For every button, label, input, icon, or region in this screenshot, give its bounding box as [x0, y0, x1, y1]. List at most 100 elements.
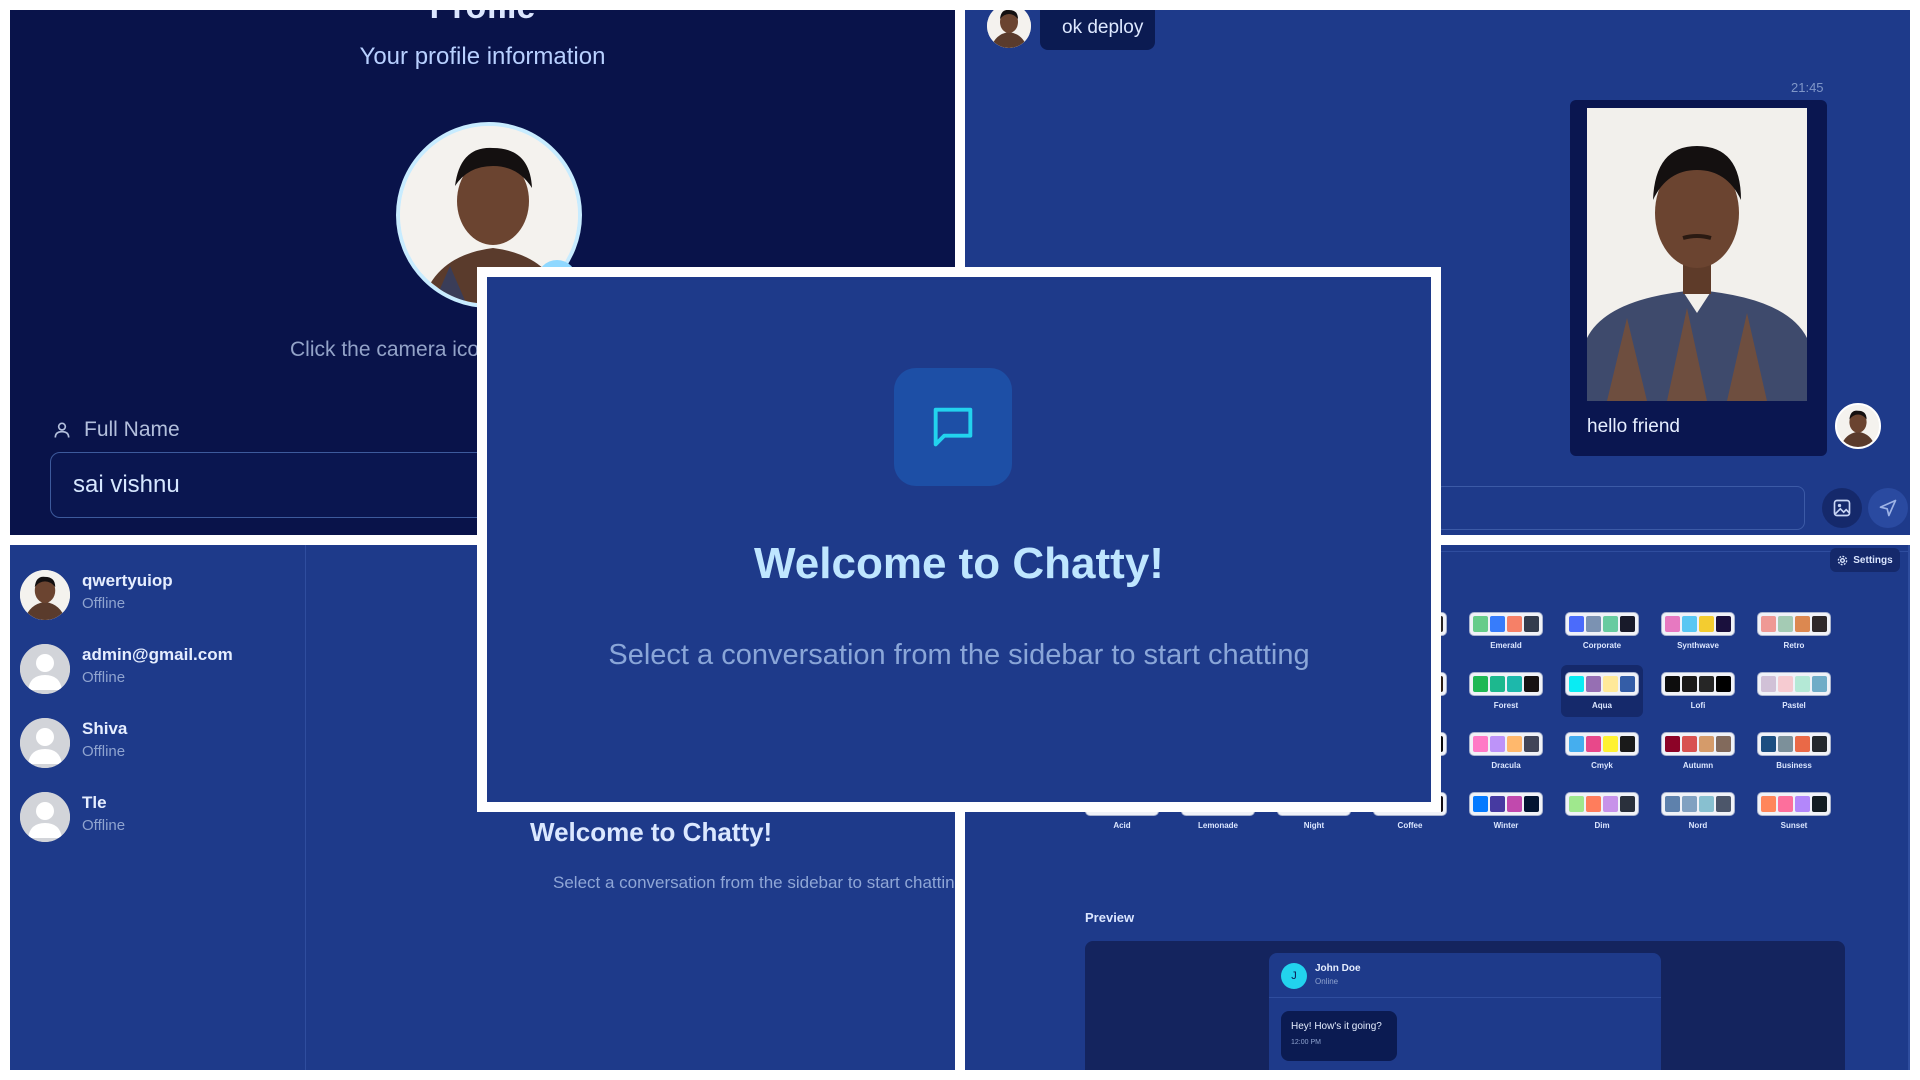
- theme-name: Acid: [1113, 821, 1131, 830]
- swatch-color: [1473, 676, 1488, 692]
- swatch-color: [1812, 736, 1827, 752]
- swatch-color: [1507, 676, 1522, 692]
- theme-swatch: [1757, 732, 1831, 756]
- theme-option[interactable]: Retro: [1753, 605, 1835, 657]
- swatch-color: [1490, 736, 1505, 752]
- theme-option[interactable]: Emerald: [1465, 605, 1547, 657]
- theme-option[interactable]: Synthwave: [1657, 605, 1739, 657]
- theme-option[interactable]: Winter: [1465, 785, 1547, 837]
- contact-name: qwertyuiop: [82, 571, 173, 590]
- theme-option[interactable]: Sunset: [1753, 785, 1835, 837]
- swatch-color: [1716, 796, 1731, 812]
- welcome-subtitle: Select a conversation from the sidebar t…: [553, 873, 955, 892]
- theme-name: Lofi: [1690, 701, 1706, 710]
- swatch-color: [1761, 796, 1776, 812]
- send-button[interactable]: [1868, 488, 1908, 528]
- contact-item[interactable]: Shiva Offline: [20, 713, 300, 773]
- theme-swatch: [1661, 612, 1735, 636]
- swatch-color: [1761, 736, 1776, 752]
- contact-item[interactable]: Tle Offline: [20, 787, 300, 847]
- theme-option[interactable]: Pastel: [1753, 665, 1835, 717]
- person-photo: [1837, 405, 1879, 447]
- theme-name: Sunset: [1780, 821, 1808, 830]
- chat-bubble-received: ok deploy: [1040, 10, 1155, 50]
- sender-avatar: [987, 10, 1031, 48]
- default-avatar-icon: [20, 644, 70, 694]
- contact-avatar: [20, 792, 70, 842]
- theme-swatch: [1469, 672, 1543, 696]
- theme-option[interactable]: Dracula: [1465, 725, 1547, 777]
- theme-option[interactable]: Forest: [1465, 665, 1547, 717]
- swatch-color: [1682, 736, 1697, 752]
- theme-option[interactable]: Cmyk: [1561, 725, 1643, 777]
- theme-name: Lemonade: [1197, 821, 1238, 830]
- theme-name: Autumn: [1682, 761, 1714, 770]
- theme-option[interactable]: Autumn: [1657, 725, 1739, 777]
- preview-label: Preview: [1085, 910, 1135, 925]
- theme-option[interactable]: Business: [1753, 725, 1835, 777]
- theme-option[interactable]: Corporate: [1561, 605, 1643, 657]
- settings-button[interactable]: Settings: [1830, 548, 1900, 572]
- theme-swatch: [1757, 672, 1831, 696]
- swatch-color: [1620, 616, 1635, 632]
- contact-avatar: [20, 718, 70, 768]
- contact-item[interactable]: admin@gmail.com Offline: [20, 639, 300, 699]
- swatch-color: [1603, 736, 1618, 752]
- theme-option[interactable]: Nord: [1657, 785, 1739, 837]
- swatch-color: [1620, 796, 1635, 812]
- swatch-color: [1778, 676, 1793, 692]
- scrollbar[interactable]: [1908, 545, 1910, 1070]
- swatch-color: [1665, 616, 1680, 632]
- welcome-card: Welcome to Chatty! Select a conversation…: [477, 267, 1441, 812]
- preview-avatar: J: [1281, 963, 1307, 989]
- swatch-color: [1699, 736, 1714, 752]
- contact-item[interactable]: qwertyuiop Offline: [20, 565, 300, 625]
- welcome-card-body: Welcome to Chatty! Select a conversation…: [487, 277, 1431, 802]
- theme-name: Synthwave: [1677, 641, 1719, 650]
- swatch-color: [1699, 676, 1714, 692]
- swatch-color: [1665, 736, 1680, 752]
- preview-message-text: Hey! How's it going?: [1291, 1021, 1382, 1032]
- swatch-color: [1490, 796, 1505, 812]
- welcome-title: Welcome to Chatty!: [530, 817, 773, 847]
- swatch-color: [1795, 676, 1810, 692]
- swatch-color: [1586, 736, 1601, 752]
- person-photo: [1587, 108, 1807, 401]
- message-square-icon: [933, 407, 973, 447]
- theme-option[interactable]: Dim: [1561, 785, 1643, 837]
- contact-name: Tle: [82, 793, 107, 812]
- theme-swatch: [1469, 732, 1543, 756]
- theme-name: Corporate: [1582, 641, 1622, 650]
- theme-name: Dim: [1594, 821, 1610, 830]
- message-image[interactable]: [1587, 108, 1807, 401]
- theme-option[interactable]: Lofi: [1657, 665, 1739, 717]
- theme-name: Winter: [1493, 821, 1519, 830]
- swatch-color: [1812, 796, 1827, 812]
- theme-name: Night: [1303, 821, 1325, 830]
- swatch-color: [1716, 616, 1731, 632]
- image-icon: [1833, 499, 1851, 517]
- theme-swatch: [1565, 672, 1639, 696]
- contact-status: Offline: [82, 669, 126, 686]
- chat-logo: [894, 368, 1012, 486]
- welcome-subtitle: Select a conversation from the sidebar t…: [608, 639, 1310, 671]
- contact-status: Offline: [82, 595, 126, 612]
- swatch-color: [1524, 796, 1539, 812]
- theme-name: Dracula: [1491, 761, 1521, 770]
- attach-image-button[interactable]: [1822, 488, 1862, 528]
- theme-name: Retro: [1783, 641, 1805, 650]
- my-avatar: [1835, 403, 1881, 449]
- person-photo: [987, 10, 1031, 48]
- swatch-color: [1795, 616, 1810, 632]
- message-input[interactable]: [1435, 486, 1805, 530]
- swatch-color: [1795, 736, 1810, 752]
- swatch-color: [1716, 676, 1731, 692]
- message-timestamp: 21:45: [1791, 80, 1824, 95]
- chat-bubble-sent: hello friend: [1570, 100, 1827, 456]
- contact-name: Shiva: [82, 719, 128, 738]
- swatch-color: [1524, 616, 1539, 632]
- theme-option[interactable]: Aqua: [1561, 665, 1643, 717]
- theme-preview: J John Doe Online Hey! How's it going? 1…: [1085, 941, 1845, 1070]
- swatch-color: [1507, 616, 1522, 632]
- swatch-color: [1778, 616, 1793, 632]
